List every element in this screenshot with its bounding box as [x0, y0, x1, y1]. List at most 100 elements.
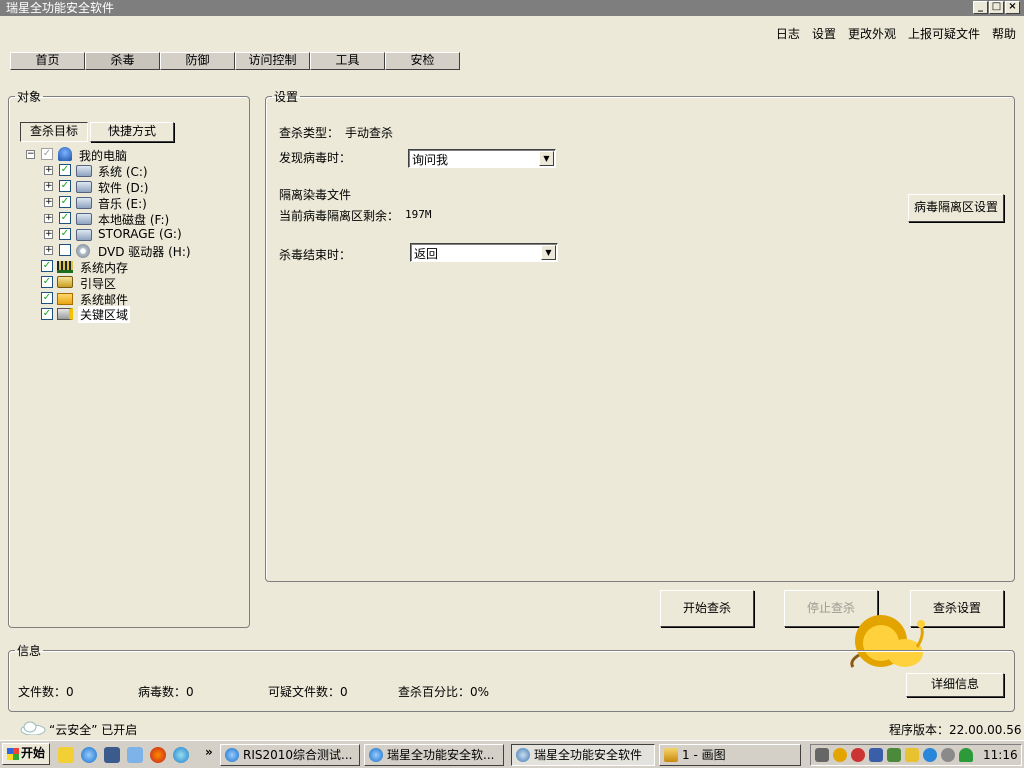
drive-f-checkbox[interactable]: ✓ — [59, 212, 71, 224]
umbrella-icon[interactable] — [959, 748, 973, 762]
menu-report-suspicious[interactable]: 上报可疑文件 — [908, 25, 980, 42]
scan-percent: 查杀百分比：0% — [398, 685, 490, 699]
overflow-chevron[interactable]: » — [205, 745, 213, 759]
tab-access-control[interactable]: 访问控制 — [235, 52, 310, 70]
drive-icon — [76, 229, 92, 241]
close-icon[interactable]: × — [1005, 1, 1020, 14]
expand-icon[interactable]: + — [44, 230, 53, 239]
task-rising-app[interactable]: 瑞星全功能安全软件 — [511, 744, 655, 766]
computer-icon — [58, 147, 72, 161]
menu-log[interactable]: 日志 — [776, 25, 800, 42]
boot-sector-icon — [57, 276, 73, 288]
memory-checkbox[interactable]: ✓ — [41, 260, 53, 272]
network-icon[interactable] — [869, 748, 883, 762]
scan-type-label: 查杀类型： — [279, 126, 340, 140]
critical-area-label[interactable]: 关键区域 — [78, 306, 131, 323]
memory-label[interactable]: 系统内存 — [80, 259, 128, 276]
boot-label[interactable]: 引导区 — [80, 275, 116, 292]
drive-c-checkbox[interactable]: ✓ — [59, 164, 71, 176]
drive-h-label[interactable]: DVD 驱动器 (H:) — [98, 243, 191, 260]
expand-icon[interactable]: + — [44, 182, 53, 191]
chevron-down-icon[interactable]: ▼ — [539, 151, 554, 166]
task-label: 1 - 画图 — [682, 748, 726, 762]
chevron-down-icon[interactable]: ▼ — [541, 245, 556, 260]
window-title: 瑞星全功能安全软件 — [6, 1, 115, 15]
program-version: 程序版本：22.00.00.56 — [889, 723, 1022, 737]
drive-icon — [76, 197, 92, 209]
info-panel: 信息 — [8, 642, 1015, 712]
tab-home[interactable]: 首页 — [10, 52, 85, 70]
cloud-icon — [20, 721, 46, 735]
lion-tray-icon[interactable] — [833, 748, 847, 762]
paint-icon — [664, 748, 678, 762]
music-icon[interactable] — [127, 747, 143, 763]
quarantine-remaining-value: 197M — [405, 208, 432, 221]
subtab-shortcuts[interactable]: 快捷方式 — [90, 122, 174, 142]
qq-browser-icon[interactable] — [173, 747, 189, 763]
quicklaunch-app-icon[interactable] — [104, 747, 120, 763]
task-ris2010[interactable]: RIS2010综合测试... — [220, 744, 360, 766]
firefox-icon[interactable] — [150, 747, 166, 763]
tree-checkbox[interactable]: ✓ — [41, 148, 53, 160]
expand-icon[interactable]: + — [44, 166, 53, 175]
scan-end-select[interactable]: 返回 ▼ — [410, 243, 558, 262]
cloud-security-status: “云安全” 已开启 — [49, 723, 138, 737]
quicklaunch-app-icon[interactable] — [58, 747, 74, 763]
drive-d-checkbox[interactable]: ✓ — [59, 180, 71, 192]
taskbar: 开始 » RIS2010综合测试... 瑞星全功能安全软... 瑞星全功能安全软… — [0, 740, 1024, 768]
memory-icon — [57, 261, 73, 273]
drive-c-label[interactable]: 系统 (C:) — [98, 163, 148, 180]
drive-h-checkbox[interactable]: ✓ — [59, 244, 71, 256]
scan-type-value: 手动查杀 — [345, 126, 394, 140]
dvd-icon — [76, 244, 90, 258]
maximize-icon[interactable]: □ — [989, 1, 1004, 14]
window-titlebar: 瑞星全功能安全软件 _ □ × — [0, 0, 1024, 16]
details-button[interactable]: 详细信息 — [906, 673, 1004, 697]
expand-icon[interactable]: + — [44, 198, 53, 207]
subtab-scan-targets[interactable]: 查杀目标 — [20, 122, 88, 142]
task-rising-web[interactable]: 瑞星全功能安全软... — [364, 744, 504, 766]
drive-e-label[interactable]: 音乐 (E:) — [98, 195, 147, 212]
drive-e-checkbox[interactable]: ✓ — [59, 196, 71, 208]
drive-g-checkbox[interactable]: ✓ — [59, 228, 71, 240]
tray-app-icon[interactable] — [905, 748, 919, 762]
file-count: 文件数：0 — [18, 685, 74, 699]
virus-found-select[interactable]: 询问我 ▼ — [408, 149, 556, 168]
virus-found-value: 询问我 — [412, 153, 449, 167]
minimize-icon[interactable]: _ — [973, 1, 988, 14]
warning-icon — [57, 308, 73, 320]
quarantine-remaining-label: 当前病毒隔离区剩余： — [279, 209, 400, 223]
system-tray: 11:16 — [810, 744, 1022, 766]
menu-change-skin[interactable]: 更改外观 — [848, 25, 896, 42]
task-paint[interactable]: 1 - 画图 — [659, 744, 801, 766]
tray-app-icon[interactable] — [887, 748, 901, 762]
rising-icon — [516, 748, 530, 762]
menu-settings[interactable]: 设置 — [812, 25, 836, 42]
tab-tools[interactable]: 工具 — [310, 52, 385, 70]
tab-scan[interactable]: 杀毒 — [85, 52, 160, 70]
expand-icon[interactable]: + — [44, 214, 53, 223]
mail-checkbox[interactable]: ✓ — [41, 292, 53, 304]
boot-checkbox[interactable]: ✓ — [41, 276, 53, 288]
tray-app-icon[interactable] — [941, 748, 955, 762]
menu-help[interactable]: 帮助 — [992, 25, 1016, 42]
collapse-icon[interactable]: − — [26, 150, 35, 159]
tab-security-check[interactable]: 安检 — [385, 52, 460, 70]
start-scan-button[interactable]: 开始查杀 — [660, 590, 754, 627]
drive-d-label[interactable]: 软件 (D:) — [98, 179, 148, 196]
tab-defense[interactable]: 防御 — [160, 52, 235, 70]
tray-app-icon[interactable] — [923, 748, 937, 762]
drive-f-label[interactable]: 本地磁盘 (F:) — [98, 211, 169, 228]
critical-area-checkbox[interactable]: ✓ — [41, 308, 53, 320]
qq-icon[interactable] — [851, 748, 865, 762]
ie-icon[interactable] — [81, 747, 97, 763]
virus-found-label: 发现病毒时： — [279, 151, 352, 165]
quarantine-settings-button[interactable]: 病毒隔离区设置 — [908, 194, 1004, 222]
keyboard-icon[interactable] — [815, 748, 829, 762]
scan-end-value: 返回 — [414, 247, 439, 261]
start-button[interactable]: 开始 — [2, 743, 50, 765]
expand-icon[interactable]: + — [44, 246, 53, 255]
clock[interactable]: 11:16 — [983, 748, 1018, 762]
virus-count: 病毒数：0 — [138, 685, 194, 699]
drive-g-label[interactable]: STORAGE (G:) — [98, 227, 182, 241]
